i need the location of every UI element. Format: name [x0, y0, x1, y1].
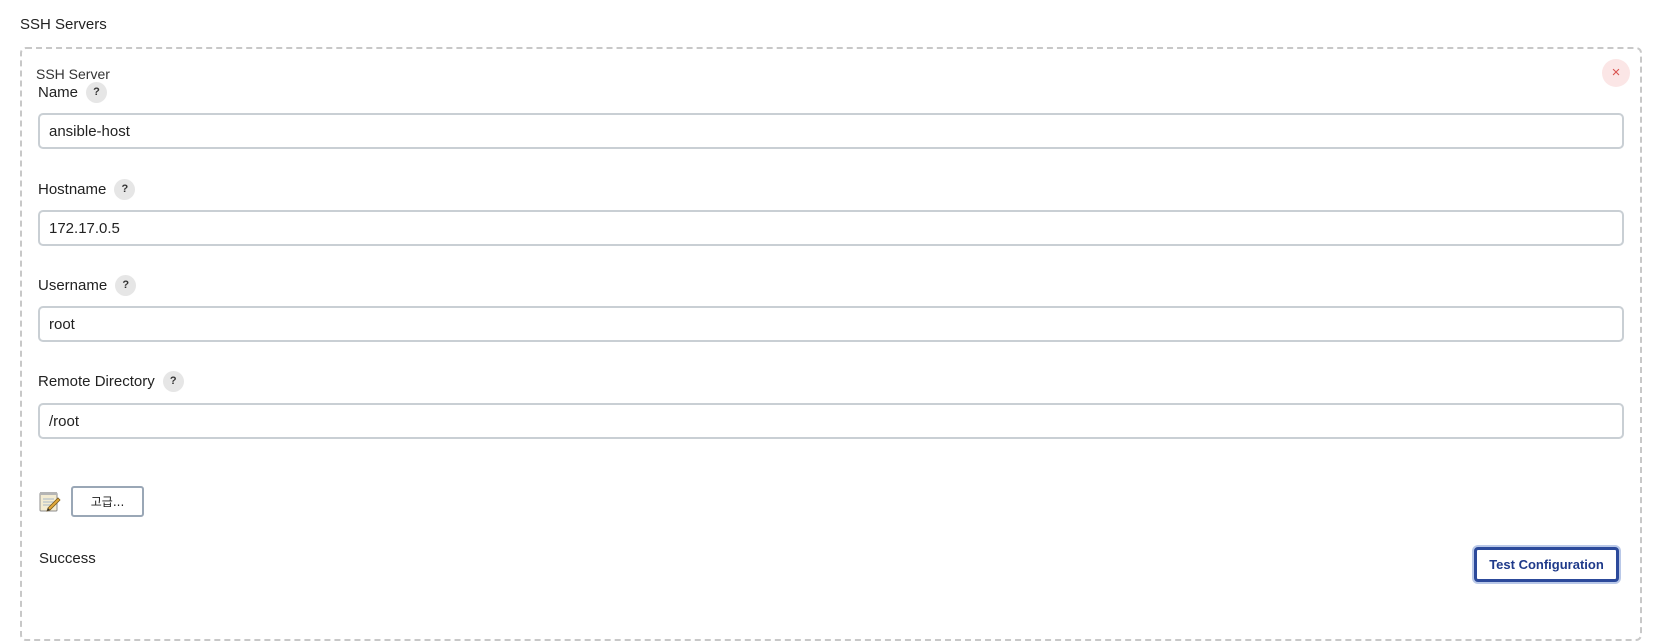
username-label-row: Username ? [38, 273, 137, 297]
advanced-button[interactable]: 고급... [71, 486, 144, 517]
name-label-row: Name ? [38, 80, 108, 104]
username-label: Username [38, 276, 108, 294]
notepad-pencil-icon [39, 492, 61, 512]
remote-directory-help-icon[interactable]: ? [162, 370, 184, 392]
username-input[interactable] [38, 306, 1624, 342]
name-input[interactable] [38, 113, 1624, 149]
test-status-text: Success [39, 550, 96, 567]
username-help-icon[interactable]: ? [115, 274, 137, 296]
hostname-label-row: Hostname ? [38, 177, 136, 201]
hostname-input[interactable] [38, 210, 1624, 246]
hostname-help-icon[interactable]: ? [114, 178, 136, 200]
name-label: Name [38, 83, 79, 101]
hostname-label: Hostname [38, 180, 107, 198]
remote-directory-input[interactable] [38, 403, 1624, 439]
remote-directory-label-row: Remote Directory ? [38, 369, 184, 393]
remote-directory-label: Remote Directory [38, 372, 155, 390]
name-help-icon[interactable]: ? [86, 81, 108, 103]
section-title: SSH Servers [20, 16, 107, 33]
test-configuration-button[interactable]: Test Configuration [1474, 547, 1619, 582]
delete-server-button[interactable]: × [1602, 59, 1630, 87]
